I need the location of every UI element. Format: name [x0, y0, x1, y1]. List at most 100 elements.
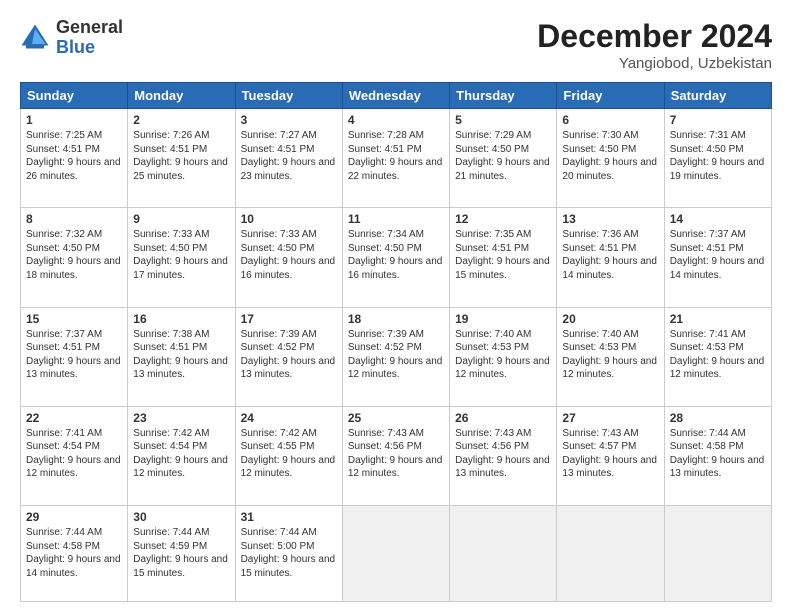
day-number: 14	[670, 212, 766, 226]
day-number: 29	[26, 510, 122, 524]
day-number: 13	[562, 212, 658, 226]
table-row	[450, 506, 557, 602]
cell-sun-info: Sunrise: 7:37 AM Sunset: 4:51 PM Dayligh…	[26, 329, 121, 381]
table-row: 28Sunrise: 7:44 AM Sunset: 4:58 PM Dayli…	[664, 406, 771, 505]
table-row: 16 Sunrise: 7:38 AM Sunset: 4:51 PM Dayli…	[128, 307, 235, 406]
cell-sun-info: Sunrise: 7:31 AM Sunset: 4:50 PM Dayligh…	[670, 130, 765, 182]
title-block: December 2024 Yangiobod, Uzbekistan	[537, 18, 772, 72]
header: General Blue December 2024 Yangiobod, Uz…	[20, 18, 772, 72]
table-row: 7Sunrise: 7:31 AM Sunset: 4:50 PM Daylig…	[664, 109, 771, 208]
table-row: 12 Sunrise: 7:35 AM Sunset: 4:51 PM Dayli…	[450, 208, 557, 307]
cell-sun-info: Sunrise: 7:44 AM Sunset: 4:58 PM Dayligh…	[670, 428, 765, 480]
cell-sun-info: Sunrise: 7:25 AM Sunset: 4:51 PM Dayligh…	[26, 130, 121, 182]
day-number: 3	[241, 113, 337, 127]
cell-sun-info: Sunrise: 7:33 AM Sunset: 4:50 PM Dayligh…	[133, 229, 228, 281]
day-number: 30	[133, 510, 229, 524]
table-row: 2 Sunrise: 7:26 AM Sunset: 4:51 PM Daylig…	[128, 109, 235, 208]
calendar-week-row: 15 Sunrise: 7:37 AM Sunset: 4:51 PM Dayli…	[21, 307, 772, 406]
cell-sun-info: Sunrise: 7:32 AM Sunset: 4:50 PM Dayligh…	[26, 229, 121, 281]
day-number: 6	[562, 113, 658, 127]
cell-sun-info: Sunrise: 7:34 AM Sunset: 4:50 PM Dayligh…	[348, 229, 443, 281]
cell-sun-info: Sunrise: 7:41 AM Sunset: 4:54 PM Dayligh…	[26, 428, 121, 480]
table-row: 23 Sunrise: 7:42 AM Sunset: 4:54 PM Dayli…	[128, 406, 235, 505]
table-row: 9 Sunrise: 7:33 AM Sunset: 4:50 PM Daylig…	[128, 208, 235, 307]
cell-sun-info: Sunrise: 7:37 AM Sunset: 4:51 PM Dayligh…	[670, 229, 765, 281]
table-row: 24Sunrise: 7:42 AM Sunset: 4:55 PM Dayli…	[235, 406, 342, 505]
day-number: 9	[133, 212, 229, 226]
day-number: 2	[133, 113, 229, 127]
day-number: 4	[348, 113, 444, 127]
day-number: 20	[562, 312, 658, 326]
cell-sun-info: Sunrise: 7:29 AM Sunset: 4:50 PM Dayligh…	[455, 130, 550, 182]
table-row: 17 Sunrise: 7:39 AM Sunset: 4:52 PM Dayli…	[235, 307, 342, 406]
table-row: 20 Sunrise: 7:40 AM Sunset: 4:53 PM Dayli…	[557, 307, 664, 406]
table-row: 31 Sunrise: 7:44 AM Sunset: 5:00 PM Dayli…	[235, 506, 342, 602]
logo-text: General Blue	[56, 18, 123, 58]
cell-sun-info: Sunrise: 7:26 AM Sunset: 4:51 PM Dayligh…	[133, 130, 228, 182]
cell-sun-info: Sunrise: 7:43 AM Sunset: 4:56 PM Dayligh…	[455, 428, 550, 480]
col-wednesday: Wednesday	[342, 83, 449, 109]
calendar-week-row: 1 Sunrise: 7:25 AM Sunset: 4:51 PM Daylig…	[21, 109, 772, 208]
calendar-week-row: 8 Sunrise: 7:32 AM Sunset: 4:50 PM Daylig…	[21, 208, 772, 307]
day-number: 22	[26, 411, 122, 425]
table-row: 13 Sunrise: 7:36 AM Sunset: 4:51 PM Dayli…	[557, 208, 664, 307]
calendar-week-row: 22 Sunrise: 7:41 AM Sunset: 4:54 PM Dayli…	[21, 406, 772, 505]
table-row: 10Sunrise: 7:33 AM Sunset: 4:50 PM Dayli…	[235, 208, 342, 307]
cell-sun-info: Sunrise: 7:35 AM Sunset: 4:51 PM Dayligh…	[455, 229, 550, 281]
cell-sun-info: Sunrise: 7:27 AM Sunset: 4:51 PM Dayligh…	[241, 130, 336, 182]
day-number: 12	[455, 212, 551, 226]
cell-sun-info: Sunrise: 7:41 AM Sunset: 4:53 PM Dayligh…	[670, 329, 765, 381]
day-number: 1	[26, 113, 122, 127]
table-row: 8 Sunrise: 7:32 AM Sunset: 4:50 PM Daylig…	[21, 208, 128, 307]
table-row: 18 Sunrise: 7:39 AM Sunset: 4:52 PM Dayli…	[342, 307, 449, 406]
col-tuesday: Tuesday	[235, 83, 342, 109]
table-row	[664, 506, 771, 602]
table-row	[342, 506, 449, 602]
day-number: 25	[348, 411, 444, 425]
col-friday: Friday	[557, 83, 664, 109]
table-row: 3 Sunrise: 7:27 AM Sunset: 4:51 PM Daylig…	[235, 109, 342, 208]
table-row: 30 Sunrise: 7:44 AM Sunset: 4:59 PM Dayli…	[128, 506, 235, 602]
title-month: December 2024	[537, 18, 772, 55]
day-number: 23	[133, 411, 229, 425]
table-row: 26 Sunrise: 7:43 AM Sunset: 4:56 PM Dayli…	[450, 406, 557, 505]
calendar-table: Sunday Monday Tuesday Wednesday Thursday…	[20, 82, 772, 602]
table-row: 11 Sunrise: 7:34 AM Sunset: 4:50 PM Dayli…	[342, 208, 449, 307]
cell-sun-info: Sunrise: 7:42 AM Sunset: 4:54 PM Dayligh…	[133, 428, 228, 480]
table-row: 22 Sunrise: 7:41 AM Sunset: 4:54 PM Dayli…	[21, 406, 128, 505]
cell-sun-info: Sunrise: 7:40 AM Sunset: 4:53 PM Dayligh…	[562, 329, 657, 381]
cell-sun-info: Sunrise: 7:44 AM Sunset: 5:00 PM Dayligh…	[241, 527, 336, 579]
day-number: 5	[455, 113, 551, 127]
cell-sun-info: Sunrise: 7:30 AM Sunset: 4:50 PM Dayligh…	[562, 130, 657, 182]
cell-sun-info: Sunrise: 7:44 AM Sunset: 4:58 PM Dayligh…	[26, 527, 121, 579]
day-number: 11	[348, 212, 444, 226]
calendar-header-row: Sunday Monday Tuesday Wednesday Thursday…	[21, 83, 772, 109]
day-number: 17	[241, 312, 337, 326]
day-number: 19	[455, 312, 551, 326]
table-row: 25 Sunrise: 7:43 AM Sunset: 4:56 PM Dayli…	[342, 406, 449, 505]
day-number: 31	[241, 510, 337, 524]
day-number: 26	[455, 411, 551, 425]
cell-sun-info: Sunrise: 7:43 AM Sunset: 4:56 PM Dayligh…	[348, 428, 443, 480]
table-row: 1 Sunrise: 7:25 AM Sunset: 4:51 PM Daylig…	[21, 109, 128, 208]
table-row: 5 Sunrise: 7:29 AM Sunset: 4:50 PM Daylig…	[450, 109, 557, 208]
day-number: 27	[562, 411, 658, 425]
day-number: 18	[348, 312, 444, 326]
table-row: 21Sunrise: 7:41 AM Sunset: 4:53 PM Dayli…	[664, 307, 771, 406]
table-row: 19 Sunrise: 7:40 AM Sunset: 4:53 PM Dayli…	[450, 307, 557, 406]
day-number: 8	[26, 212, 122, 226]
cell-sun-info: Sunrise: 7:38 AM Sunset: 4:51 PM Dayligh…	[133, 329, 228, 381]
day-number: 15	[26, 312, 122, 326]
cell-sun-info: Sunrise: 7:40 AM Sunset: 4:53 PM Dayligh…	[455, 329, 550, 381]
cell-sun-info: Sunrise: 7:36 AM Sunset: 4:51 PM Dayligh…	[562, 229, 657, 281]
cell-sun-info: Sunrise: 7:39 AM Sunset: 4:52 PM Dayligh…	[348, 329, 443, 381]
calendar-body: 1 Sunrise: 7:25 AM Sunset: 4:51 PM Daylig…	[21, 109, 772, 602]
col-sunday: Sunday	[21, 83, 128, 109]
table-row: 14 Sunrise: 7:37 AM Sunset: 4:51 PM Dayli…	[664, 208, 771, 307]
logo-icon	[20, 23, 50, 53]
day-number: 16	[133, 312, 229, 326]
cell-sun-info: Sunrise: 7:44 AM Sunset: 4:59 PM Dayligh…	[133, 527, 228, 579]
logo-blue-text: Blue	[56, 38, 123, 58]
cell-sun-info: Sunrise: 7:39 AM Sunset: 4:52 PM Dayligh…	[241, 329, 336, 381]
table-row: 27Sunrise: 7:43 AM Sunset: 4:57 PM Dayli…	[557, 406, 664, 505]
